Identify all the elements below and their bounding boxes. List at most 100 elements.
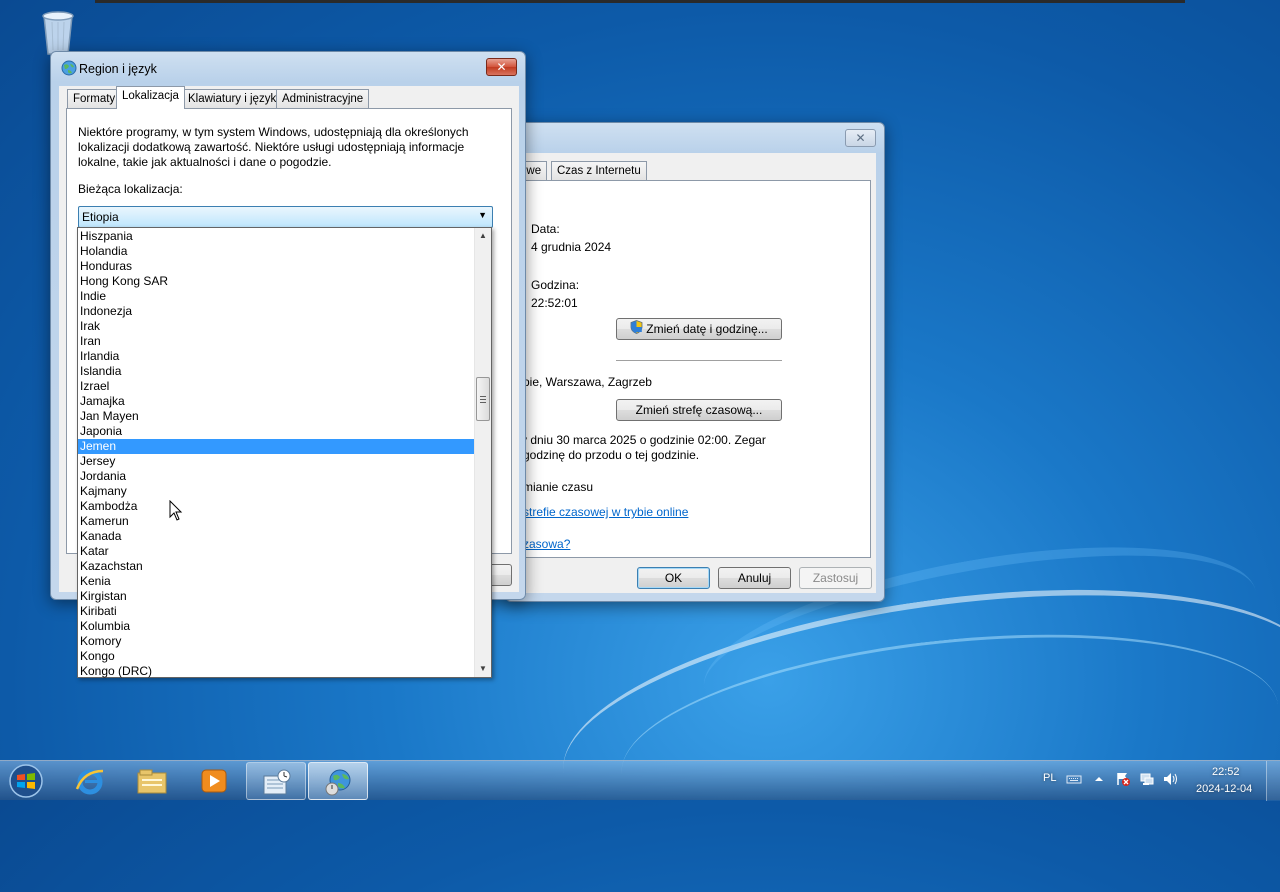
keyboard-icon[interactable] (1066, 771, 1082, 787)
tab-label: Czas z Internetu (557, 165, 641, 177)
ok-label: OK (664, 571, 683, 585)
media-player-icon (198, 767, 230, 795)
change-datetime-button[interactable]: Zmień datę i godzinę... (616, 318, 782, 340)
start-button[interactable] (4, 762, 48, 800)
dropdown-item[interactable]: Hong Kong SAR (78, 274, 475, 289)
dropdown-item[interactable]: Hiszpania (78, 229, 475, 244)
globe-icon (61, 60, 77, 79)
volume-icon[interactable] (1162, 771, 1178, 787)
location-description: Niektóre programy, w tym system Windows,… (78, 125, 469, 169)
dropdown-item[interactable]: Kongo (DRC) (78, 664, 475, 679)
clock-date[interactable]: 2024-12-04 (1196, 783, 1252, 795)
language-indicator[interactable]: PL (1043, 772, 1056, 784)
cancel-label: Anuluj (737, 571, 772, 585)
ok-button[interactable]: OK (637, 567, 710, 589)
dropdown-item[interactable]: Kamerun (78, 514, 475, 529)
taskbar-media-player-button[interactable] (184, 762, 244, 800)
location-combobox[interactable]: Etiopia ▼ (78, 206, 493, 228)
tab-label: Klawiatury i języki (188, 93, 279, 105)
clock-time[interactable]: 22:52 (1212, 766, 1240, 778)
scroll-up-icon[interactable]: ▲ (475, 228, 491, 244)
dropdown-item[interactable]: Kazachstan (78, 559, 475, 574)
location-dropdown-list[interactable]: Hiszpania Holandia Honduras Hong Kong SAR In… (77, 227, 492, 678)
dropdown-item[interactable]: Kenia (78, 574, 475, 589)
tab-keyboards[interactable]: Klawiatury i języki (182, 89, 285, 109)
date-label: Data: (531, 222, 560, 236)
file-explorer-icon (136, 767, 168, 795)
network-icon[interactable] (1139, 771, 1155, 787)
dropdown-items: Hiszpania Holandia Honduras Hong Kong SAR In… (78, 229, 475, 679)
apply-button[interactable]: Zastosuj (799, 567, 872, 589)
dropdown-item[interactable]: Holandia (78, 244, 475, 259)
dropdown-item[interactable]: Kanada (78, 529, 475, 544)
tab-internet-time[interactable]: Czas z Internetu (551, 161, 647, 181)
show-desktop-button[interactable] (1266, 761, 1280, 801)
date-value: 4 grudnia 2024 (531, 240, 612, 254)
action-center-icon[interactable] (1115, 771, 1131, 787)
thumb-grip (480, 396, 486, 403)
datetime-close-button[interactable]: ✕ (845, 129, 876, 147)
dropdown-item[interactable]: Kajmany (78, 484, 475, 499)
dropdown-item[interactable]: Irlandia (78, 349, 475, 364)
change-datetime-label: Zmień datę i godzinę... (646, 322, 768, 336)
tab-label: Formaty (73, 93, 116, 105)
tab-location[interactable]: Lokalizacja (116, 86, 185, 109)
dropdown-item[interactable]: Jersey (78, 454, 475, 469)
dropdown-item[interactable]: Irak (78, 319, 475, 334)
taskbar-explorer-button[interactable] (122, 762, 182, 800)
timezone-text: pie, Warszawa, Zagrzeb (523, 375, 652, 389)
taskbar: PL 22:52 2024-12-04 (0, 760, 1280, 801)
tab-label: Lokalizacja (122, 90, 179, 102)
dropdown-item[interactable]: Kolumbia (78, 619, 475, 634)
mouse-cursor-icon (169, 499, 183, 525)
dropdown-item[interactable]: Kirgistan (78, 589, 475, 604)
dropdown-item[interactable]: Islandia (78, 364, 475, 379)
dropdown-item[interactable]: Indie (78, 289, 475, 304)
scroll-thumb[interactable] (476, 377, 490, 421)
dropdown-item[interactable]: Indonezja (78, 304, 475, 319)
taskbar-region-button[interactable] (308, 762, 368, 800)
window-title: Region i język (79, 62, 157, 76)
taskbar-control-panel-button[interactable] (246, 762, 306, 800)
timezone-help-link[interactable]: zasowa? (523, 537, 570, 551)
dst-text-line2: godzinę do przodu o tej godzinie. (523, 448, 700, 462)
dropdown-item[interactable]: Jordania (78, 469, 475, 484)
dropdown-item[interactable]: Japonia (78, 424, 475, 439)
dropdown-item[interactable]: Izrael (78, 379, 475, 394)
dropdown-item[interactable]: Iran (78, 334, 475, 349)
dropdown-item[interactable]: Komory (78, 634, 475, 649)
notify-text: mianie czasu (523, 480, 594, 494)
tray-expand-icon[interactable] (1091, 771, 1107, 787)
location-combobox-value: Etiopia (82, 210, 119, 224)
uac-shield-icon (630, 319, 643, 340)
dropdown-item[interactable]: Jamajka (78, 394, 475, 409)
datetime-client: owe Czas z Internetu Data: 4 grudnia 202… (514, 153, 876, 593)
time-label: Godzina: (531, 278, 580, 292)
current-location-label: Bieżąca lokalizacja: (78, 182, 183, 196)
region-globe-icon (323, 768, 355, 796)
dropdown-item[interactable]: Jemen (78, 439, 475, 454)
datetime-panel: Data: 4 grudnia 2024 Godzina: 22:52:01 Z… (514, 180, 871, 558)
tab-formats[interactable]: Formaty (67, 89, 122, 109)
dropdown-item[interactable]: Kambodża (78, 499, 475, 514)
timezone-online-link[interactable]: strefie czasowej w trybie online (523, 505, 688, 519)
dropdown-item[interactable]: Jan Mayen (78, 409, 475, 424)
change-timezone-button[interactable]: Zmień strefę czasową... (616, 399, 782, 421)
close-button[interactable]: ✕ (486, 58, 517, 76)
scroll-down-icon[interactable]: ▼ (475, 661, 491, 677)
dropdown-item[interactable]: Katar (78, 544, 475, 559)
internet-explorer-icon (74, 767, 106, 795)
apply-label: Zastosuj (812, 571, 859, 585)
dropdown-scrollbar[interactable]: ▲ ▼ (474, 228, 491, 677)
datetime-dialog: ✕ owe Czas z Internetu Data: 4 grudnia 2… (505, 122, 885, 602)
chevron-down-icon: ▼ (478, 210, 487, 220)
cancel-button[interactable]: Anuluj (718, 567, 791, 589)
tab-label: Administracyjne (282, 93, 364, 105)
dst-text-line1: v dniu 30 marca 2025 o godzinie 02:00. Z… (521, 433, 766, 447)
tab-administrative[interactable]: Administracyjne (276, 89, 370, 109)
dropdown-item[interactable]: Kiribati (78, 604, 475, 619)
dropdown-item[interactable]: Kongo (78, 649, 475, 664)
dropdown-item[interactable]: Honduras (78, 259, 475, 274)
taskbar-ie-button[interactable] (60, 762, 120, 800)
recycle-bin-icon[interactable] (36, 6, 80, 56)
